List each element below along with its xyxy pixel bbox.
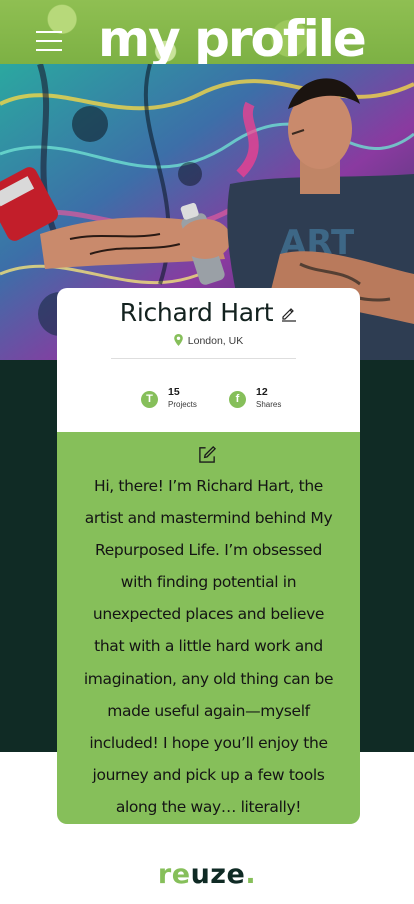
projects-count: 15 [168, 386, 180, 398]
reuze-logo[interactable]: reuze. [0, 861, 414, 888]
bio-text: Hi, there! I’m Richard Hart, the artist … [79, 470, 338, 823]
bio-line: Repurposed Life. I’m obsessed [95, 541, 322, 560]
location-text: London, UK [187, 335, 244, 347]
logo-part-uze: uze [190, 859, 246, 890]
divider [111, 358, 296, 359]
hamburger-menu-icon[interactable] [36, 31, 62, 51]
projects-label: Projects [168, 400, 197, 409]
bio-line: that with a little hard work and [94, 637, 323, 656]
location-row: London, UK [57, 334, 360, 347]
projects-badge-icon: T [141, 391, 158, 408]
shares-label: Shares [256, 400, 282, 409]
shares-count: 12 [256, 386, 268, 398]
shares-badge-icon: f [229, 391, 246, 408]
bio-line: unexpected places and believe [92, 605, 325, 624]
profile-name: Richard Hart [119, 298, 274, 327]
location-pin-icon [173, 334, 183, 346]
bio-line: made useful again—myself [107, 701, 310, 720]
edit-pencil-icon[interactable] [281, 306, 297, 322]
bio-line: artist and mastermind behind My [84, 509, 333, 528]
bio-line: journey and pick up a few tools [92, 765, 325, 784]
edit-bio-icon[interactable] [198, 445, 217, 464]
header: my profile [0, 0, 414, 64]
bio-line: Hi, there! I’m Richard Hart, the [94, 477, 323, 495]
profile-card: Richard Hart London, UK T 15 Projects f … [57, 288, 360, 432]
bio-line: imagination, any old thing can be [83, 669, 334, 688]
bio-line: along the way… literally! [115, 797, 302, 816]
logo-dot: . [245, 859, 257, 890]
bio-line: with finding potential in [120, 573, 297, 592]
bio-section: Hi, there! I’m Richard Hart, the artist … [57, 432, 360, 824]
name-row: Richard Hart [57, 298, 360, 327]
page-title: my profile [98, 10, 367, 64]
logo-part-re: re [157, 859, 191, 890]
bio-line: included! I hope you’ll enjoy the [89, 733, 328, 752]
